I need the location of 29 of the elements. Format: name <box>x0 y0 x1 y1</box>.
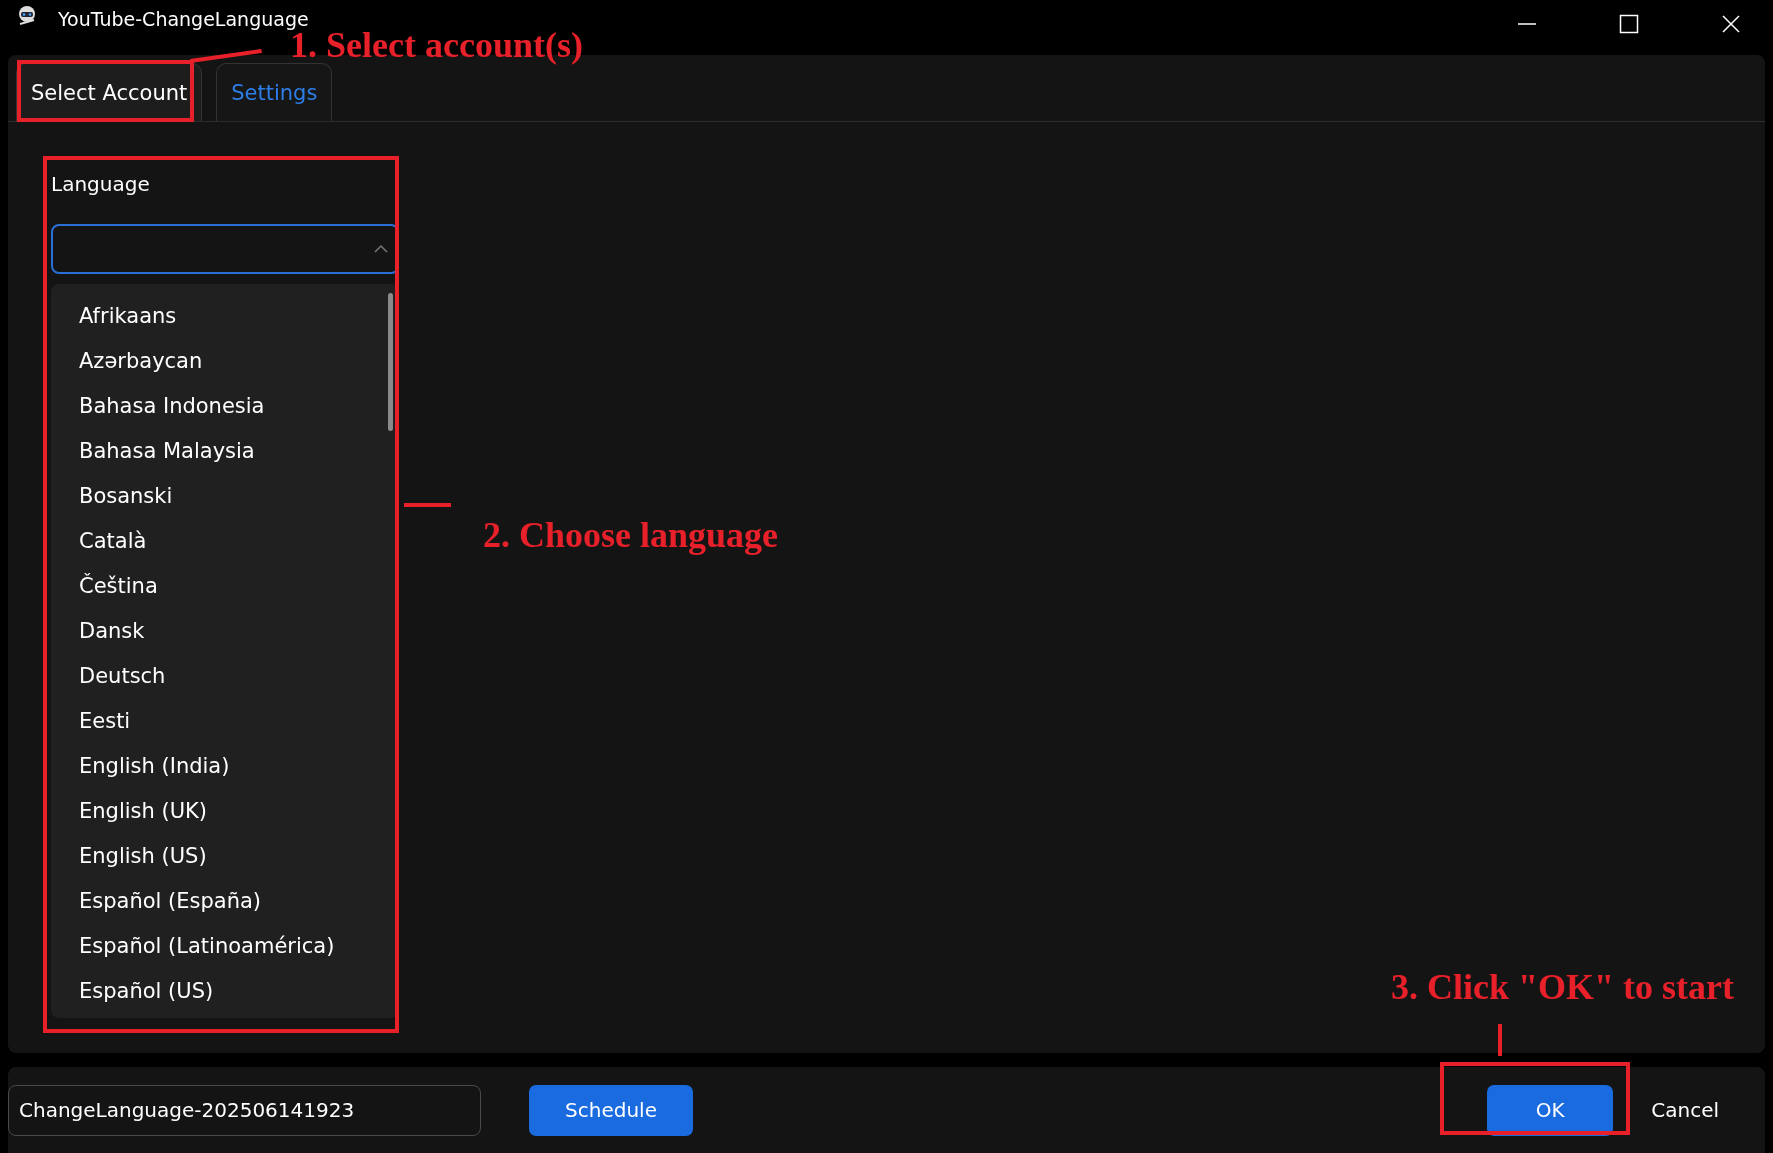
dropdown-option[interactable]: Bahasa Malaysia <box>51 428 383 473</box>
schedule-button[interactable]: Schedule <box>529 1084 693 1136</box>
dropdown-option[interactable]: Català <box>51 518 383 563</box>
task-name-field[interactable]: ChangeLanguage-202506141923 <box>8 1084 481 1136</box>
annotation-text: 3. Click "OK" to start <box>1391 966 1734 1008</box>
ok-button[interactable]: OK <box>1487 1084 1614 1136</box>
dropdown-option[interactable]: Español (España) <box>51 878 383 923</box>
dropdown-option[interactable]: Bosanski <box>51 473 383 518</box>
minimize-icon <box>1517 23 1537 25</box>
dropdown-option[interactable]: Azərbaycan <box>51 338 383 383</box>
cancel-button[interactable]: Cancel <box>1645 1097 1725 1123</box>
dropdown-option[interactable]: Čeština <box>51 563 383 608</box>
scrollbar-thumb[interactable] <box>388 293 393 431</box>
chevron-icon <box>373 244 389 254</box>
dropdown-option[interactable]: Deutsch <box>51 653 383 698</box>
dropdown-option[interactable]: Español (US) <box>51 968 383 1013</box>
dropdown-option[interactable]: English (US) <box>51 833 383 878</box>
dropdown-option[interactable]: Bahasa Indonesia <box>51 383 383 428</box>
maximize-icon <box>1619 14 1639 34</box>
dropdown-option[interactable]: Afrikaans <box>51 293 383 338</box>
dropdown-option[interactable]: Español (Latinoamérica) <box>51 923 383 968</box>
dropdown-option[interactable]: Eesti <box>51 698 383 743</box>
dropdown-option[interactable]: English (UK) <box>51 788 383 833</box>
field-label: Language <box>51 172 151 196</box>
dropdown-option[interactable]: English (India) <box>51 743 383 788</box>
close-icon <box>1721 14 1741 34</box>
dropdown-option[interactable]: Dansk <box>51 608 383 653</box>
tab[interactable]: Settings <box>216 63 333 121</box>
annotation-text: 2. Choose language <box>483 514 779 556</box>
